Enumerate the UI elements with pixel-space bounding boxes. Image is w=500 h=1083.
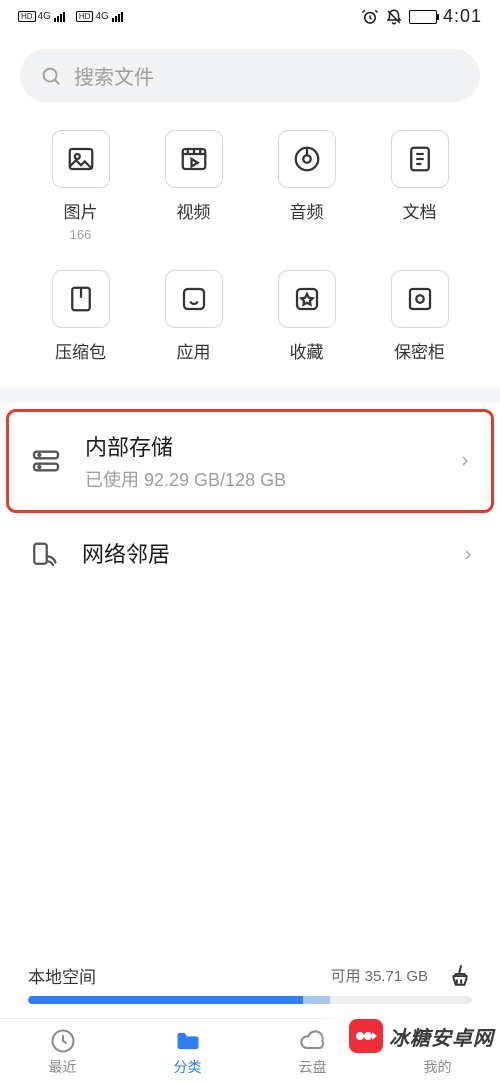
alarm-icon bbox=[361, 8, 379, 26]
status-right: 4:01 bbox=[361, 6, 482, 27]
document-icon bbox=[405, 144, 435, 174]
image-icon bbox=[66, 144, 96, 174]
cleanup-button[interactable] bbox=[446, 962, 472, 988]
storage-subtitle: 已使用 92.29 GB/128 GB bbox=[85, 466, 437, 492]
nav-label: 云盘 bbox=[299, 1057, 327, 1077]
category-label: 应用 bbox=[177, 338, 211, 363]
watermark-text: 冰糖安卓网 bbox=[389, 1022, 494, 1051]
storage-title: 内部存储 bbox=[85, 430, 437, 462]
status-bar: HD 4G HD 4G 4:01 bbox=[0, 0, 500, 31]
video-icon bbox=[179, 144, 209, 174]
mute-icon bbox=[385, 8, 403, 26]
watermark: 冰糖安卓网 bbox=[319, 1015, 500, 1057]
local-space-available: 可用 35.71 GB bbox=[330, 965, 428, 986]
category-label: 压缩包 bbox=[55, 338, 106, 363]
star-icon bbox=[292, 284, 322, 314]
category-videos[interactable]: 视频 bbox=[141, 130, 246, 242]
local-space-label: 本地空间 bbox=[28, 963, 96, 988]
category-docs[interactable]: 文档 bbox=[367, 130, 472, 242]
category-label: 音频 bbox=[290, 198, 324, 223]
internal-storage-row[interactable]: 内部存储 已使用 92.29 GB/128 GB bbox=[6, 409, 494, 513]
network-icon bbox=[24, 540, 62, 570]
category-audio[interactable]: 音频 bbox=[254, 130, 359, 242]
app-icon bbox=[179, 284, 209, 314]
storage-progress-bar bbox=[28, 996, 472, 1004]
nav-label: 最近 bbox=[49, 1057, 77, 1077]
hd-badge-bot: HD bbox=[76, 11, 94, 22]
chevron-right-icon bbox=[457, 453, 473, 469]
status-left: HD 4G HD 4G bbox=[18, 11, 124, 22]
category-grid: 图片 166 视频 音频 文档 压缩包 应用 收藏 保密柜 bbox=[0, 102, 500, 387]
category-label: 视频 bbox=[177, 198, 211, 223]
signal-bars-2 bbox=[112, 12, 123, 22]
storage-icon bbox=[27, 445, 65, 477]
category-label: 图片 bbox=[64, 198, 98, 223]
category-apps[interactable]: 应用 bbox=[141, 270, 246, 363]
category-favorites[interactable]: 收藏 bbox=[254, 270, 359, 363]
archive-icon bbox=[66, 284, 96, 314]
watermark-icon bbox=[349, 1019, 383, 1053]
signal-bars-1 bbox=[54, 12, 65, 22]
local-space-panel: 本地空间 可用 35.71 GB bbox=[0, 962, 500, 1004]
section-divider bbox=[0, 387, 500, 403]
category-label: 收藏 bbox=[290, 338, 324, 363]
chevron-right-icon bbox=[460, 547, 476, 563]
category-images[interactable]: 图片 166 bbox=[28, 130, 133, 242]
search-placeholder: 搜索文件 bbox=[74, 61, 154, 90]
hd-badge-top: HD bbox=[18, 11, 36, 22]
nav-category[interactable]: 分类 bbox=[125, 1027, 250, 1077]
category-archives[interactable]: 压缩包 bbox=[28, 270, 133, 363]
category-safe[interactable]: 保密柜 bbox=[367, 270, 472, 363]
network-title: 网络邻居 bbox=[82, 537, 440, 569]
nav-label: 我的 bbox=[424, 1057, 452, 1077]
nav-recent[interactable]: 最近 bbox=[0, 1027, 125, 1077]
category-label: 文档 bbox=[403, 198, 437, 223]
safe-icon bbox=[405, 284, 435, 314]
signal-top: 4G bbox=[38, 11, 51, 22]
signal-bot: 4G bbox=[95, 11, 108, 22]
network-neighbor-row[interactable]: 网络邻居 bbox=[0, 519, 500, 591]
category-count: 166 bbox=[70, 227, 92, 242]
search-input[interactable]: 搜索文件 bbox=[20, 49, 480, 102]
folder-icon bbox=[174, 1027, 202, 1055]
status-time: 4:01 bbox=[443, 6, 482, 27]
clock-icon bbox=[49, 1027, 77, 1055]
search-icon bbox=[40, 65, 62, 87]
battery-icon bbox=[409, 10, 437, 24]
nav-label: 分类 bbox=[174, 1057, 202, 1077]
audio-icon bbox=[292, 144, 322, 174]
category-label: 保密柜 bbox=[394, 338, 445, 363]
